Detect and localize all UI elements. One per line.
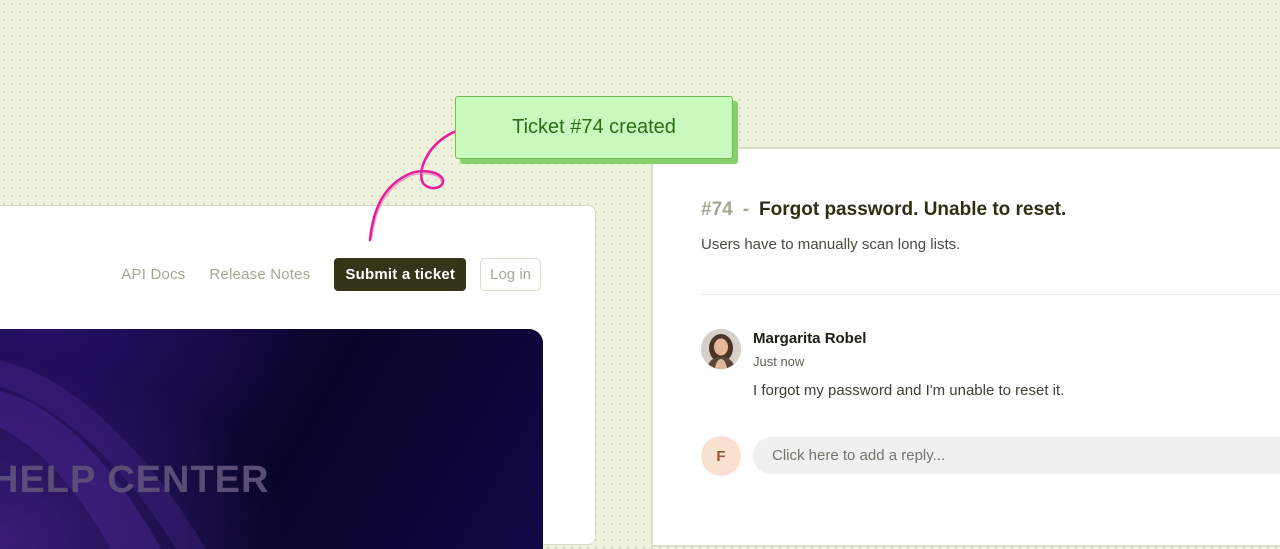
ticket-title: Forgot password. Unable to reset. bbox=[759, 199, 1067, 220]
log-in-button[interactable]: Log in bbox=[480, 258, 541, 291]
site-navigation: API Docs Release Notes Submit a ticket L… bbox=[121, 258, 541, 291]
ticket-detail-window: #74 - Forgot password. Unable to reset. … bbox=[651, 147, 1280, 547]
ticket-description: Users have to manually scan long lists. bbox=[701, 236, 961, 253]
ticket-header: #74 - Forgot password. Unable to reset. bbox=[701, 199, 1066, 221]
nav-link-api-docs[interactable]: API Docs bbox=[121, 266, 185, 283]
reply-input[interactable] bbox=[753, 437, 1280, 474]
divider bbox=[701, 294, 1280, 295]
current-user-avatar: F bbox=[701, 436, 741, 476]
user-photo-icon bbox=[701, 329, 741, 369]
comment-timestamp: Just now bbox=[753, 354, 805, 369]
toast-message: Ticket #74 created bbox=[512, 116, 676, 138]
hero-title: HELP CENTER bbox=[0, 459, 270, 501]
avatar bbox=[701, 329, 741, 369]
nav-link-release-notes[interactable]: Release Notes bbox=[209, 266, 310, 283]
hero-wave-decoration bbox=[0, 360, 206, 549]
reply-composer: F bbox=[701, 436, 1280, 476]
ticket-number: #74 bbox=[701, 199, 733, 220]
hero-banner: HELP CENTER bbox=[0, 329, 543, 549]
submit-ticket-button[interactable]: Submit a ticket bbox=[334, 258, 467, 291]
comment-body: I forgot my password and I'm unable to r… bbox=[753, 382, 1065, 399]
help-center-window: API Docs Release Notes Submit a ticket L… bbox=[0, 205, 596, 549]
ticket-separator: - bbox=[742, 199, 750, 220]
comment-author: Margarita Robel bbox=[753, 330, 867, 347]
ticket-created-toast: Ticket #74 created bbox=[455, 96, 733, 159]
